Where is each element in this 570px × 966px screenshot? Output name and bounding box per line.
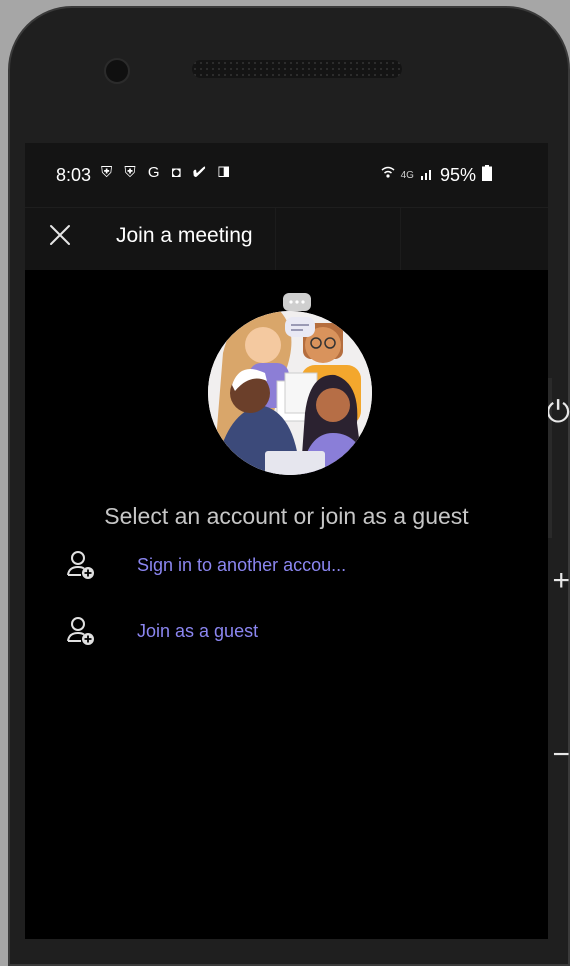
front-camera [104,58,130,84]
battery-icon [482,165,492,186]
join-as-guest-option[interactable]: Join as a guest [65,611,505,651]
volume-up-icon[interactable]: + [552,566,570,596]
add-person-icon [67,551,94,579]
volume-down-icon[interactable]: − [552,740,570,770]
people-illustration [205,293,375,483]
battery-level: 95% [439,165,476,185]
page-title: Join a meeting [116,224,253,247]
close-button[interactable] [47,222,73,248]
header-divider [275,208,276,270]
app-screen: 8:03 ⛨ ⛨ G ◘ ✔ ◨ 4G 95% Join a meeting S… [25,143,548,939]
app-header: Join a meeting [25,207,548,270]
earpiece-speaker [192,60,402,78]
join-as-guest-label: Join as a guest [137,620,259,641]
sign-in-another-account-option[interactable]: Sign in to another accou... [65,545,505,585]
status-time: 8:03 [56,165,92,185]
close-icon [50,225,70,245]
header-divider [400,208,401,270]
network-type: 4G [400,170,414,181]
notification-icons: ⛨ ⛨ G ◘ ✔ ◨ [101,164,234,181]
signal-icon [420,165,434,186]
wifi-icon [381,165,395,186]
status-indicators: 4G 95% [381,165,492,186]
power-icon[interactable]: ⏻ [546,398,570,428]
status-bar: 8:03 ⛨ ⛨ G ◘ ✔ ◨ 4G 95% [25,143,548,207]
add-person-icon [67,617,94,645]
account-prompt: Select an account or join as a guest [104,503,469,529]
sign-in-another-account-label: Sign in to another accou... [137,554,347,575]
